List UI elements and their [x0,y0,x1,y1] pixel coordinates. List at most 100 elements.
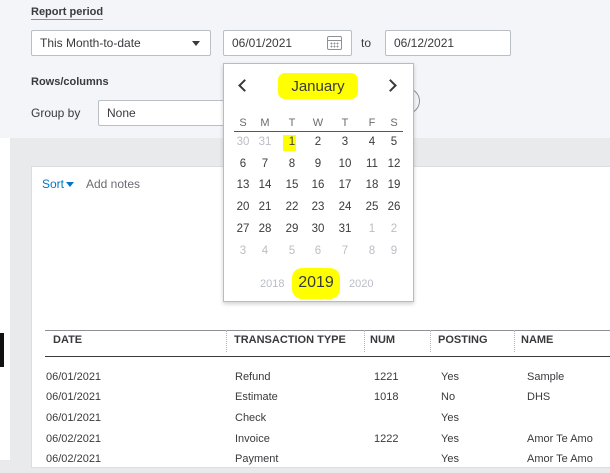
weekday-tue: T [288,117,296,129]
col-header-posting[interactable]: POSTING [438,334,488,346]
col-header-name[interactable]: NAME [521,334,553,346]
column-divider[interactable] [226,330,227,352]
calendar-day[interactable]: 9 [305,158,331,170]
table-row[interactable]: 06/01/2021 Refund 1221 Yes Sample [0,371,610,391]
to-date-input[interactable]: 06/12/2021 [385,30,511,56]
date-picker-popup: January S M T W T F S 30 31 1 2 3 4 5 6 7 8 9 10 11 1… [223,63,414,302]
cell-transaction-type[interactable]: Estimate [235,391,278,403]
calendar-icon[interactable] [327,36,342,50]
calendar-day[interactable]: 7 [332,245,358,257]
group-by-select[interactable]: None [98,100,228,126]
edge-mark [0,333,4,367]
cell-name: Amor Te Amo [527,433,593,445]
cell-posting: Yes [441,433,459,445]
calendar-day[interactable]: 19 [381,179,407,191]
cell-posting: Yes [441,453,459,465]
from-date-input[interactable]: 06/01/2021 [223,30,352,56]
cell-date: 06/01/2021 [46,391,102,403]
calendar-day[interactable]: 7 [252,158,278,170]
table-row[interactable]: 06/02/2021 Payment Yes Amor Te Amo [0,453,610,473]
calendar-day[interactable]: 2 [381,223,407,235]
column-divider[interactable] [514,330,515,352]
calendar-day[interactable]: 5 [381,136,407,148]
chevron-down-icon [192,41,200,46]
year-previous[interactable]: 2018 [260,278,284,290]
weekday-rule [234,131,403,132]
calendar-day[interactable]: 17 [332,179,358,191]
calendar-day[interactable]: 14 [252,179,278,191]
weekday-wed: W [312,117,324,129]
column-divider[interactable] [430,330,431,352]
calendar-day[interactable]: 2 [305,136,331,148]
weekday-thu: T [341,117,349,129]
year-selector: 2018 2019 2020 [224,268,413,299]
group-by-label: Group by [31,106,81,120]
calendar-day[interactable]: 31 [252,136,278,148]
calendar-day[interactable]: 16 [305,179,331,191]
report-period-select[interactable]: This Month-to-date [31,30,211,56]
calendar-day[interactable]: 12 [381,158,407,170]
cell-num: 1221 [374,371,399,383]
calendar-day[interactable]: 4 [252,245,278,257]
cell-date: 06/02/2021 [46,433,102,445]
cell-posting: Yes [441,412,459,424]
chevron-left-icon [238,79,251,92]
next-month-button[interactable] [384,78,398,94]
cell-transaction-type[interactable]: Invoice [235,433,270,445]
cell-transaction-type[interactable]: Payment [235,453,278,465]
calendar-day[interactable]: 10 [332,158,358,170]
cell-num: 1018 [374,391,399,403]
calendar-day[interactable]: 3 [332,136,358,148]
cell-num: 1222 [374,433,399,445]
calendar-day[interactable]: 22 [279,201,305,213]
calendar-day[interactable]: 5 [279,245,305,257]
table-row[interactable]: 06/01/2021 Check Yes [0,412,610,432]
cell-transaction-type[interactable]: Refund [235,371,270,383]
rows-columns-label: Rows/columns [31,76,109,88]
cell-posting: Yes [441,371,459,383]
sort-label: Sort [42,177,65,191]
calendar-day[interactable]: 8 [279,158,305,170]
to-date-value: 06/12/2021 [394,36,455,50]
cell-date: 06/02/2021 [46,453,102,465]
add-notes-link[interactable]: Add notes [86,177,140,191]
chevron-right-icon [384,79,397,92]
cell-name: DHS [527,391,551,403]
year-current[interactable]: 2019 [292,274,340,292]
calendar-day[interactable]: 15 [279,179,305,191]
calendar-day[interactable]: 21 [252,201,278,213]
calendar-day[interactable]: 9 [381,245,407,257]
calendar-day[interactable]: 31 [332,223,358,235]
cell-transaction-type[interactable]: Check [235,412,266,424]
month-highlight: January [278,73,358,99]
from-date-value: 06/01/2021 [232,36,293,50]
table-row[interactable]: 06/02/2021 Invoice 1222 Yes Amor Te Amo [0,433,610,453]
cell-posting: No [441,391,456,403]
calendar-day[interactable]: 26 [381,201,407,213]
month-title[interactable]: January [278,78,358,95]
report-period-label: Report period [31,6,104,20]
calendar-day[interactable]: 28 [252,223,278,235]
cell-date: 06/01/2021 [46,371,102,383]
table-top-rule [45,330,610,331]
col-header-transaction-type[interactable]: TRANSACTION TYPE [234,334,346,346]
previous-month-button[interactable] [236,78,251,94]
table-row[interactable]: 06/01/2021 Estimate 1018 No DHS [0,391,610,411]
header-rule [45,356,610,357]
col-header-date[interactable]: DATE [53,334,82,346]
calendar-day[interactable]: 30 [305,223,331,235]
sort-button[interactable]: Sort [42,177,75,191]
calendar-day[interactable]: 23 [305,201,331,213]
caret-down-icon [66,182,75,188]
group-by-value: None [107,106,136,120]
to-label: to [361,36,372,50]
calendar-day[interactable]: 24 [332,201,358,213]
column-divider[interactable] [364,330,365,352]
col-header-num[interactable]: NUM [370,334,395,346]
calendar-day[interactable]: 6 [305,245,331,257]
cell-name: Sample [527,371,565,383]
calendar-day[interactable]: 1 [279,136,305,148]
year-next[interactable]: 2020 [349,278,373,290]
weekday-mon: M [260,117,270,129]
calendar-day[interactable]: 29 [279,223,305,235]
